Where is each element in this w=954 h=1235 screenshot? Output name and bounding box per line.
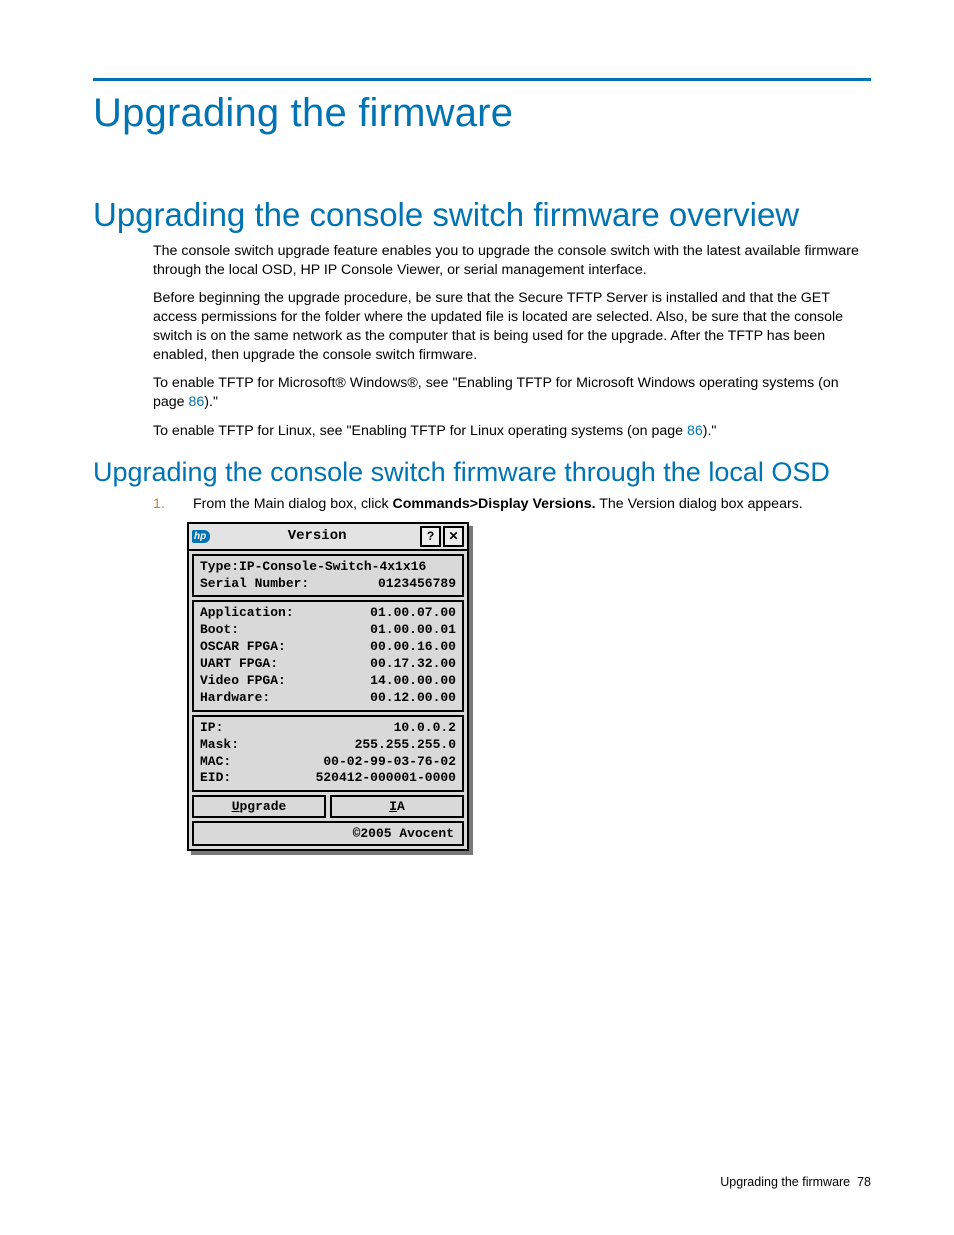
value: 00.17.32.00: [370, 656, 456, 673]
section-heading-osd: Upgrading the console switch firmware th…: [93, 457, 871, 488]
mnemonic: U: [232, 799, 240, 814]
ia-button[interactable]: IA: [330, 795, 464, 818]
paragraph: The console switch upgrade feature enabl…: [153, 242, 871, 279]
value: 10.0.0.2: [394, 720, 456, 737]
paragraph: To enable TFTP for Microsoft® Windows®, …: [153, 374, 871, 411]
hp-logo-icon: hp: [192, 530, 210, 543]
label: Type:IP-Console-Switch-4x1x16: [200, 559, 426, 576]
dialog-title: Version: [216, 528, 418, 544]
info-row: EID: 520412-000001-0000: [200, 770, 456, 787]
label: IP:: [200, 720, 223, 737]
label: Mask:: [200, 737, 239, 754]
dialog-section-versions: Application:01.00.07.00Boot:01.00.00.01O…: [192, 600, 464, 711]
help-button[interactable]: ?: [420, 526, 441, 547]
value: 14.00.00.00: [370, 673, 456, 690]
info-row: Hardware: 00.12.00.00: [200, 690, 456, 707]
info-row: Video FPGA: 14.00.00.00: [200, 673, 456, 690]
value: 00.00.16.00: [370, 639, 456, 656]
page-title: Upgrading the firmware: [93, 91, 871, 136]
page-link[interactable]: 86: [687, 423, 703, 439]
text: pgrade: [240, 799, 287, 814]
footer-text: Upgrading the firmware: [720, 1175, 850, 1189]
label: Application:: [200, 605, 294, 622]
dialog-button-row: Upgrade IA: [192, 795, 464, 818]
dialog-section-network: IP: 10.0.0.2 Mask: 255.255.255.0 MAC: 00-02-9…: [192, 715, 464, 793]
info-row: Serial Number: 0123456789: [200, 576, 456, 593]
info-row: OSCAR FPGA: 00.00.16.00: [200, 639, 456, 656]
label: Serial Number:: [200, 576, 309, 593]
label: Video FPGA:: [200, 673, 286, 690]
page-footer: Upgrading the firmware 78: [720, 1175, 871, 1189]
info-row: Mask: 255.255.255.0: [200, 737, 456, 754]
text: ).": [204, 394, 218, 410]
dialog-footer: ©2005 Avocent: [192, 821, 464, 846]
menu-path: Commands>Display Versions.: [393, 496, 596, 512]
info-row: Type:IP-Console-Switch-4x1x16: [200, 559, 456, 576]
value: 255.255.255.0: [355, 737, 456, 754]
paragraph: Before beginning the upgrade procedure, …: [153, 289, 871, 364]
text: From the Main dialog box, click: [193, 496, 393, 512]
label: MAC:: [200, 754, 231, 771]
info-row: UART FPGA: 00.17.32.00: [200, 656, 456, 673]
step-text: From the Main dialog box, click Commands…: [193, 496, 803, 512]
label: Hardware:: [200, 690, 270, 707]
text: ).": [703, 423, 717, 439]
info-row: Application: 01.00.07.00: [200, 605, 456, 622]
text: To enable TFTP for Microsoft® Windows®, …: [153, 375, 839, 410]
text: To enable TFTP for Linux, see "Enabling …: [153, 423, 687, 439]
value: 00.12.00.00: [370, 690, 456, 707]
label: UART FPGA:: [200, 656, 278, 673]
step-number: 1.: [153, 496, 167, 512]
paragraph: To enable TFTP for Linux, see "Enabling …: [153, 422, 871, 441]
footer-page-number: 78: [857, 1175, 871, 1189]
info-row: Boot: 01.00.00.01: [200, 622, 456, 639]
value: 00-02-99-03-76-02: [323, 754, 456, 771]
text: The Version dialog box appears.: [596, 496, 803, 512]
label: Boot:: [200, 622, 239, 639]
page-link[interactable]: 86: [189, 394, 205, 410]
label: OSCAR FPGA:: [200, 639, 286, 656]
horizontal-rule: [93, 78, 871, 81]
value: 520412-000001-0000: [316, 770, 456, 787]
value: 0123456789: [378, 576, 456, 593]
value: 01.00.07.00: [370, 605, 456, 622]
text: A: [397, 799, 405, 814]
info-row: IP: 10.0.0.2: [200, 720, 456, 737]
mnemonic: I: [389, 799, 397, 814]
label: EID:: [200, 770, 231, 787]
dialog-titlebar: hp Version ? ✕: [189, 524, 467, 551]
value: 01.00.00.01: [370, 622, 456, 639]
upgrade-button[interactable]: Upgrade: [192, 795, 326, 818]
step-item: 1. From the Main dialog box, click Comma…: [153, 496, 871, 512]
close-button[interactable]: ✕: [443, 526, 464, 547]
version-dialog: hp Version ? ✕ Type:IP-Console-Switch-4x…: [187, 522, 469, 852]
info-row: MAC: 00-02-99-03-76-02: [200, 754, 456, 771]
dialog-section-identity: Type:IP-Console-Switch-4x1x16 Serial Num…: [192, 554, 464, 598]
section-heading-overview: Upgrading the console switch firmware ov…: [93, 196, 871, 234]
